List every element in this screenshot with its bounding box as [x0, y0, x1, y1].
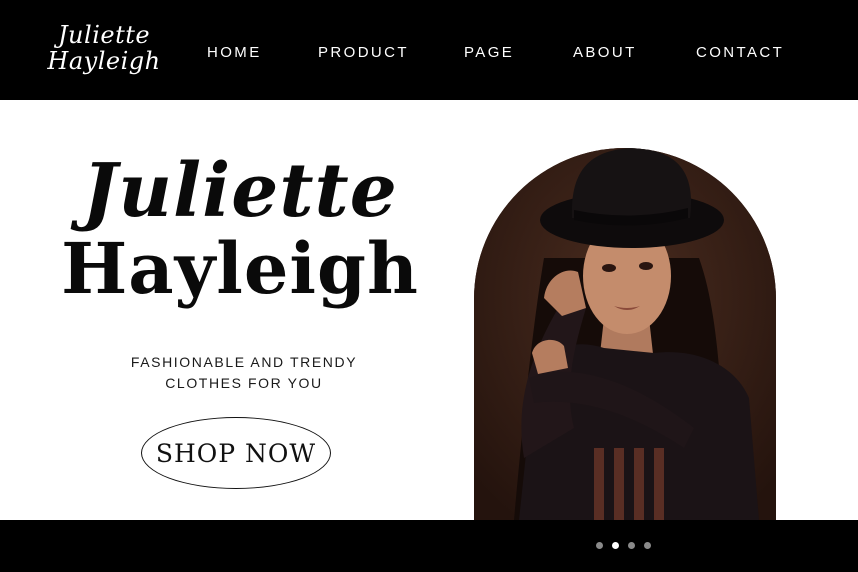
carousel-indicators — [596, 542, 651, 550]
brand-logo-line2: Hayleigh — [47, 47, 161, 75]
brand-logo-line1: Juliette — [57, 21, 151, 49]
nav-item-home[interactable]: HOME — [207, 42, 262, 64]
shop-now-button[interactable]: SHOP NOW — [141, 417, 331, 489]
brand-logo[interactable]: Juliette Hayleigh — [46, 22, 162, 74]
bottom-bar — [0, 520, 858, 572]
hero-tagline-line1: FASHIONABLE AND TRENDY — [130, 354, 358, 370]
hero-model-photo — [474, 148, 776, 520]
carousel-dot-2-active[interactable] — [612, 542, 619, 549]
model-illustration — [474, 148, 776, 520]
hero-tagline-line2: CLOTHES FOR YOU — [165, 375, 323, 391]
carousel-dot-1[interactable] — [596, 542, 603, 549]
top-navigation-bar: Juliette Hayleigh HOME PRODUCT PAGE ABOU… — [0, 0, 858, 100]
carousel-dot-4[interactable] — [644, 542, 651, 549]
hero-title-line1: Juliette — [82, 148, 398, 234]
hero-title-line2: Hayleigh — [61, 227, 419, 310]
hero-tagline: FASHIONABLE AND TRENDY CLOTHES FOR YOU — [96, 352, 392, 394]
nav-item-product[interactable]: PRODUCT — [318, 42, 409, 64]
nav-item-about[interactable]: ABOUT — [573, 42, 637, 64]
hero-title: Juliette Hayleigh — [60, 152, 420, 308]
carousel-dot-3[interactable] — [628, 542, 635, 549]
nav-item-contact[interactable]: CONTACT — [696, 42, 784, 64]
nav-item-page[interactable]: PAGE — [464, 42, 514, 64]
